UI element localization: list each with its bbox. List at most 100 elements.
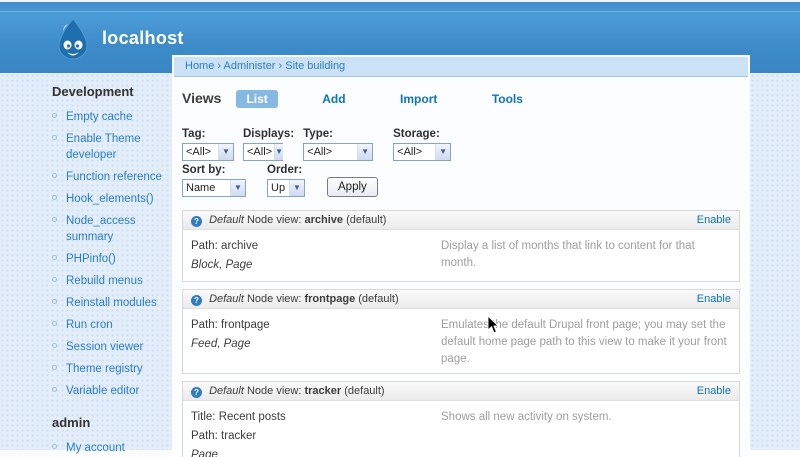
view-path: Path: tracker [191, 430, 257, 442]
filter-displays: Displays: <All> ▼ [243, 128, 294, 161]
views-list: ? Default Node view: archive (default) E… [182, 210, 740, 457]
view-row-header: ? Default Node view: frontpage (default)… [183, 290, 739, 309]
view-row-body: Path: archive Block, Page Display a list… [183, 230, 739, 281]
bullet-icon [52, 135, 57, 140]
tab-tools[interactable]: Tools [482, 90, 533, 108]
tab-import[interactable]: Import [390, 90, 447, 108]
filter-type: Type: <All> ▼ [303, 128, 374, 161]
bullet-icon [52, 365, 57, 370]
site-name[interactable]: localhost [102, 28, 184, 49]
chevron-down-icon[interactable]: ▼ [357, 144, 373, 160]
filter-row-1: Tag: <All> ▼ Displays: <All> ▼ Type: <Al… [182, 128, 740, 161]
bullet-icon [52, 173, 57, 178]
help-icon[interactable]: ? [191, 295, 202, 306]
displays-label: Displays: [243, 128, 295, 140]
sidebar-item-theme-registry[interactable]: Theme registry [52, 361, 170, 377]
help-icon[interactable]: ? [191, 216, 202, 227]
sidebar-item-empty-cache[interactable]: Empty cache [52, 109, 170, 125]
view-row-body: Title: Recent posts Path: tracker Page S… [183, 401, 739, 457]
view-type-badge: Default [209, 385, 244, 397]
sidebar: Development Empty cache Enable Theme dev… [52, 84, 172, 457]
sidebar-section-development: Development [52, 84, 134, 99]
view-description: Shows all new activity on system. [441, 411, 612, 423]
enable-link[interactable]: Enable [697, 290, 731, 308]
view-kind: Node view: [246, 385, 302, 397]
bullet-icon [52, 299, 57, 304]
order-select[interactable]: Up ▼ [267, 179, 305, 197]
view-description: Display a list of months that link to co… [441, 240, 695, 269]
view-name: archive [304, 214, 343, 226]
bullet-icon [52, 444, 57, 449]
bullet-icon [52, 321, 57, 326]
sidebar-admin-list: My account ▷Create content ▽Administer ▷… [52, 440, 172, 457]
type-select[interactable]: <All> ▼ [303, 143, 374, 161]
enable-link[interactable]: Enable [697, 382, 731, 400]
chevron-down-icon[interactable]: ▼ [274, 144, 283, 160]
tag-label: Tag: [182, 128, 206, 140]
drupal-logo-icon[interactable] [55, 18, 91, 60]
sidebar-item-reinstall-modules[interactable]: Reinstall modules [52, 295, 170, 311]
sidebar-item-my-account[interactable]: My account [52, 440, 170, 456]
view-kind: Node view: [246, 293, 302, 305]
view-name: tracker [304, 385, 342, 397]
filter-row-2: Sort by: Name ▼ Order: Up ▼ Apply [182, 164, 740, 197]
view-displays: Page [191, 449, 218, 457]
filter-order: Order: Up ▼ [267, 164, 305, 197]
storage-label: Storage: [393, 128, 440, 140]
sidebar-item-enable-theme-developer[interactable]: Enable Theme developer [52, 131, 170, 163]
bullet-icon [52, 195, 57, 200]
enable-link[interactable]: Enable [697, 211, 731, 229]
sidebar-development-list: Empty cache Enable Theme developer Funct… [52, 109, 172, 399]
order-label: Order: [267, 164, 303, 176]
sidebar-item-phpinfo[interactable]: PHPinfo() [52, 251, 170, 267]
sidebar-item-session-viewer[interactable]: Session viewer [52, 339, 170, 355]
filter-storage: Storage: <All> ▼ [393, 128, 452, 161]
apply-button[interactable]: Apply [327, 177, 378, 197]
sort-by-label: Sort by: [182, 164, 226, 176]
chevron-down-icon[interactable]: ▼ [218, 144, 233, 160]
view-type-badge: Default [209, 293, 244, 305]
sidebar-item-variable-editor[interactable]: Variable editor [52, 383, 170, 399]
chevron-down-icon[interactable]: ▼ [289, 180, 304, 196]
view-description: Emulates the default Drupal front page; … [441, 319, 727, 365]
bullet-icon [52, 343, 57, 348]
tab-bar: List Add Import Tools [236, 90, 562, 108]
view-row-header: ? Default Node view: archive (default) E… [183, 211, 739, 230]
bullet-icon [52, 217, 57, 222]
view-suffix: (default) [344, 385, 385, 397]
breadcrumb[interactable]: Home › Administer › Site building [174, 57, 748, 77]
sidebar-item-run-cron[interactable]: Run cron [52, 317, 170, 333]
sidebar-item-function-reference[interactable]: Function reference [52, 169, 170, 185]
tab-list[interactable]: List [236, 90, 278, 108]
page-title: Views [182, 90, 222, 106]
tag-select[interactable]: <All> ▼ [182, 143, 234, 161]
bullet-icon [52, 113, 57, 118]
view-suffix: (default) [346, 214, 387, 226]
filter-tag: Tag: <All> ▼ [182, 128, 234, 161]
view-suffix: (default) [358, 293, 399, 305]
view-row-frontpage: ? Default Node view: frontpage (default)… [182, 289, 740, 374]
chevron-down-icon[interactable]: ▼ [435, 144, 451, 160]
filter-sort: Sort by: Name ▼ [182, 164, 246, 197]
displays-select[interactable]: <All> ▼ [243, 143, 283, 161]
sidebar-item-node-access-summary[interactable]: Node_access summary [52, 213, 170, 245]
filters: Tag: <All> ▼ Displays: <All> ▼ Type: <Al… [182, 128, 740, 197]
sort-by-select[interactable]: Name ▼ [182, 179, 246, 197]
storage-select[interactable]: <All> ▼ [393, 143, 452, 161]
view-row-archive: ? Default Node view: archive (default) E… [182, 210, 740, 282]
title-row: Views List Add Import Tools [182, 90, 740, 112]
view-row-tracker: ? Default Node view: tracker (default) E… [182, 381, 740, 457]
view-row-header: ? Default Node view: tracker (default) E… [183, 382, 739, 401]
type-label: Type: [303, 128, 333, 140]
tab-add[interactable]: Add [312, 90, 355, 108]
sidebar-item-hook-elements[interactable]: Hook_elements() [52, 191, 170, 207]
chevron-down-icon[interactable]: ▼ [230, 180, 245, 196]
drupal-admin-page: localhost Development Empty cache Enable… [0, 0, 800, 457]
view-type-badge: Default [209, 214, 244, 226]
sidebar-item-rebuild-menus[interactable]: Rebuild menus [52, 273, 170, 289]
content-panel: Home › Administer › Site building Views … [172, 55, 750, 457]
view-kind: Node view: [246, 214, 302, 226]
view-name: frontpage [304, 293, 356, 305]
help-icon[interactable]: ? [191, 387, 202, 398]
sidebar-section-admin: admin [52, 415, 91, 430]
